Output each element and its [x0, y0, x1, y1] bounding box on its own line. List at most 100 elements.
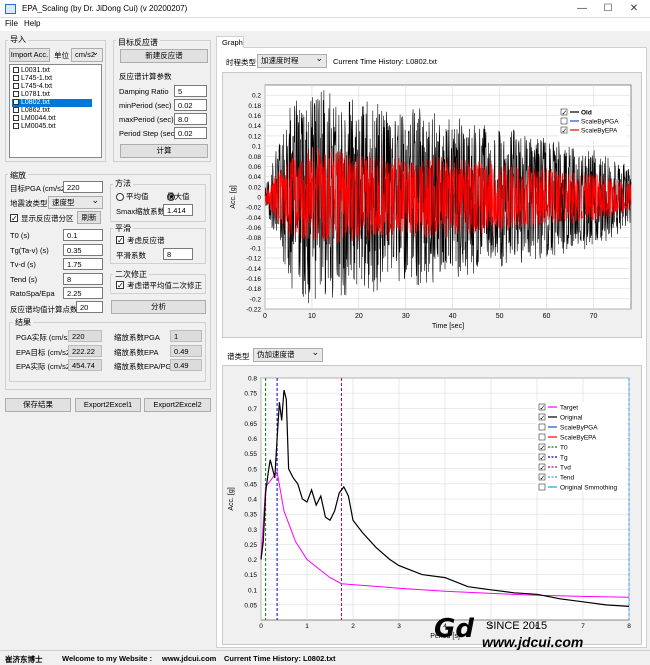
legend-label: Original	[560, 415, 583, 422]
file-list-item[interactable]: L745-4.txt	[12, 83, 92, 91]
file-list-item[interactable]: L0862.txt	[12, 107, 92, 115]
scaling-param-label: Tv-d (s)	[10, 260, 36, 269]
file-name: L0802.txt	[21, 99, 50, 106]
file-checkbox[interactable]	[13, 115, 19, 122]
import-acc-button[interactable]: Import Acc.	[9, 48, 50, 62]
legend-checkbox[interactable]	[560, 117, 568, 125]
y-tick-label: 0.3	[248, 527, 257, 534]
watermark-url: www.jdcui.com	[482, 634, 584, 650]
second-correction-checkbox[interactable]	[116, 281, 124, 289]
spectrum-svg: 0.8 0.75 0.7 0.65 0.6 0.55 0.5 0.45 0.4 0.35 0.3 0.…	[228, 376, 631, 641]
refresh-button[interactable]: 刷新	[77, 211, 101, 224]
y-tick-label: -0.02	[246, 205, 261, 212]
spectrum-type-label: 谱类型	[227, 352, 250, 361]
file-list-item[interactable]: L0802.txt	[12, 99, 92, 107]
legend-checkbox[interactable]	[538, 423, 546, 431]
scaling-param-input[interactable]: 8	[63, 272, 103, 285]
menu-file[interactable]: File	[5, 19, 18, 28]
new-spectrum-button[interactable]: 新建反应谱	[120, 49, 208, 63]
smooth-coef-input[interactable]: 8	[163, 248, 193, 260]
file-checkbox[interactable]	[13, 107, 19, 114]
calculate-button[interactable]: 计算	[120, 144, 208, 158]
result-value: 1	[170, 330, 202, 342]
export-excel1-button[interactable]: Export2Excel1	[75, 398, 141, 412]
param-input[interactable]: 0.02	[174, 127, 207, 139]
file-listbox[interactable]: L0031.txt L745-1.txt L745-4.txt L0781.txt L0…	[9, 64, 102, 158]
status-author: 崔济东博士	[5, 655, 43, 664]
legend-checkbox[interactable]	[538, 483, 546, 491]
max-label: 最大值	[167, 192, 190, 201]
spectrum-chart[interactable]: 0.8 0.75 0.7 0.65 0.6 0.55 0.5 0.45 0.4 0.35 0.3 0.…	[222, 365, 642, 645]
file-list-item[interactable]: L0781.txt	[12, 91, 92, 99]
spectrum-type-select[interactable]: 伪加速度谱	[253, 346, 323, 362]
result-label: EPA实际 (cm/s2)	[16, 362, 73, 371]
y-tick-label: 0.75	[244, 391, 257, 398]
wave-type-select[interactable]: 速度型	[48, 194, 103, 209]
scaling-param-input[interactable]: 2.25	[63, 287, 103, 299]
save-results-button[interactable]: 保存结果	[5, 398, 71, 412]
maximize-button[interactable]: ☐	[598, 2, 618, 16]
file-checkbox[interactable]	[13, 91, 19, 98]
status-site[interactable]: www.jdcui.com	[162, 654, 216, 663]
scaling-param-input[interactable]: 0.1	[63, 229, 103, 241]
result-label: 缩放系数PGA	[114, 333, 160, 342]
analyze-button[interactable]: 分析	[111, 300, 206, 314]
target-pga-label: 目标PGA (cm/s2)	[10, 184, 68, 193]
time-history-chart[interactable]: 0.2 0.18 0.16 0.14 0.12 0.1 0.08 0.06 0.04 0.02 0-…	[222, 72, 642, 338]
close-button[interactable]: ✕	[624, 2, 644, 16]
npts-input[interactable]: 20	[76, 301, 103, 313]
param-input[interactable]: 8.0	[174, 113, 207, 125]
time-history-svg: 0.20.180.160.140.120.10.080.060.040.020-…	[230, 84, 632, 330]
y-tick-label: -0.12	[246, 256, 261, 263]
param-input[interactable]: 5	[174, 85, 207, 97]
file-checkbox[interactable]	[13, 67, 19, 74]
smax-label: Smax缩放系数	[116, 207, 166, 216]
legend-checkbox[interactable]	[538, 433, 546, 441]
target-pga-input[interactable]: 220	[63, 181, 103, 193]
average-label: 平均值	[126, 192, 149, 201]
x-axis-label: Time [sec]	[432, 323, 464, 330]
scaling-param-label: Tend (s)	[10, 274, 38, 284]
file-list-item[interactable]: LM0044.txt	[12, 115, 92, 123]
file-checkbox[interactable]	[13, 83, 19, 90]
y-tick-label: -0.1	[250, 245, 262, 252]
tab-graph[interactable]: Graph	[216, 36, 244, 48]
file-list-item[interactable]: L0031.txt	[12, 67, 92, 75]
file-checkbox[interactable]	[13, 123, 19, 130]
export-excel2-button[interactable]: Export2Excel2	[144, 398, 211, 412]
file-checkbox[interactable]	[13, 75, 19, 82]
legend-label: Target	[560, 405, 578, 412]
file-name: L0781.txt	[21, 91, 50, 98]
unit-select[interactable]: cm/s2	[71, 46, 103, 62]
minimize-button[interactable]: —	[572, 2, 592, 16]
result-label: EPA目标 (cm/s2)	[16, 347, 73, 357]
window-title: EPA_Scaling (by Dr. JiDong Cui) (v 20200…	[22, 4, 188, 13]
average-radio[interactable]	[116, 192, 124, 201]
y-tick-label: 0.1	[248, 587, 257, 594]
file-list-item[interactable]: L745-1.txt	[12, 75, 92, 83]
y-tick-label: -0.22	[246, 307, 261, 314]
scaling-param-input[interactable]: 1.75	[63, 258, 103, 270]
scaling-param-input[interactable]: 0.35	[63, 243, 103, 256]
y-tick-label: -0.16	[246, 276, 261, 283]
x-tick-label: 20	[355, 313, 363, 320]
smax-input[interactable]: 1.414	[163, 204, 193, 216]
param-input[interactable]: 0.02	[174, 99, 207, 111]
legend-label: T0	[560, 445, 568, 452]
param-label: minPeriod (sec)	[119, 101, 172, 110]
tab-graph-label: Graph	[222, 38, 243, 47]
status-current: Current Time History: L0802.txt	[224, 654, 336, 663]
y-tick-label: 0.2	[252, 93, 261, 100]
smooth-checkbox[interactable]	[116, 236, 124, 244]
file-list-item[interactable]: LM0045.txt	[12, 123, 92, 131]
legend-label: Tg	[560, 455, 568, 462]
time-type-select[interactable]: 加速度时程	[257, 52, 327, 68]
y-tick-label: 0.55	[244, 451, 257, 458]
y-tick-label: 0.2	[248, 557, 257, 564]
show-partition-checkbox[interactable]	[10, 214, 18, 222]
result-value: 222.22	[68, 344, 102, 357]
y-tick-label: 0.15	[244, 572, 257, 579]
file-checkbox[interactable]	[13, 99, 19, 106]
y-axis-label: Acc. [g]	[230, 185, 237, 208]
menu-help[interactable]: Help	[24, 19, 40, 28]
